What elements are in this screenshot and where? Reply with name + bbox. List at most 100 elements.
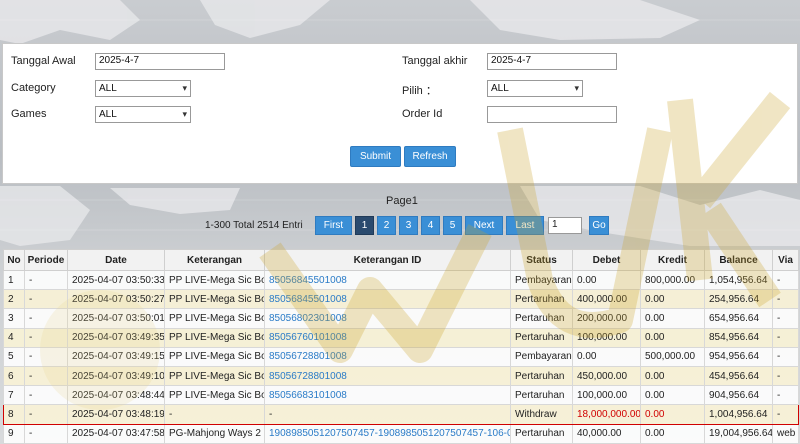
table-row: 5-2025-04-07 03:49:15 PP LIVE-Mega Sic Bo… (3, 346, 799, 367)
filter-panel: Tanggal Awal 2025-4-7 Tanggal akhir 2025… (2, 43, 798, 184)
cell-status: Pertaruhan (510, 423, 573, 444)
cell-keterangan: PP LIVE-Mega Sic Bo (164, 308, 265, 329)
chevron-down-icon: ▾ (182, 83, 187, 93)
cell-keterangan-id[interactable]: 1908985051207507457-1908985051207507457-… (264, 423, 511, 444)
cell-keterangan-id[interactable]: 85056683101008 (264, 385, 511, 406)
cell-status: Pertaruhan (510, 365, 573, 387)
table-row: 2-2025-04-07 03:50:27 PP LIVE-Mega Sic Bo… (3, 289, 799, 310)
table-header-row: No Periode Date Keterangan Keterangan ID… (3, 249, 799, 271)
category-label: Category (11, 82, 56, 94)
cell-balance: 19,004,956.64 (704, 423, 773, 444)
cell-periode: - (24, 289, 68, 310)
header-keterangan-id: Keterangan ID (264, 249, 511, 271)
next-page-button[interactable]: Next (465, 216, 503, 235)
refresh-button[interactable]: Refresh (404, 146, 456, 167)
cell-no: 6 (3, 365, 25, 387)
cell-keterangan: PG-Mahjong Ways 2 (164, 423, 265, 444)
page-indicator: Page1 (386, 195, 418, 207)
page-button-3[interactable]: 3 (399, 216, 418, 235)
order-id-label: Order Id (402, 108, 443, 120)
pilih-select[interactable]: ALL ▾ (487, 80, 583, 97)
cell-kredit: 0.00 (640, 385, 705, 406)
page-button-2[interactable]: 2 (377, 216, 396, 235)
header-kredit: Kredit (640, 249, 705, 271)
cell-kredit: 0.00 (640, 289, 705, 310)
games-select[interactable]: ALL ▾ (95, 106, 191, 123)
cell-debet: 200,000.00 (572, 308, 641, 329)
cell-no: 5 (3, 346, 25, 367)
cell-via: - (772, 289, 799, 310)
go-button[interactable]: Go (589, 216, 609, 235)
cell-kredit: 0.00 (640, 308, 705, 329)
category-select[interactable]: ALL ▾ (95, 80, 191, 97)
cell-keterangan: PP LIVE-Mega Sic Bo (164, 269, 265, 291)
cell-keterangan: PP LIVE-Mega Sic Bo (164, 346, 265, 367)
start-date-label: Tanggal Awal (11, 55, 76, 67)
cell-date: 2025-04-07 03:49:10 (67, 365, 165, 387)
cell-kredit: 0.00 (640, 404, 705, 425)
cell-status: Pertaruhan (510, 289, 573, 310)
games-select-value: ALL (99, 109, 117, 120)
cell-via: - (772, 269, 799, 291)
cell-periode: - (24, 269, 68, 291)
games-label: Games (11, 108, 47, 120)
cell-periode: - (24, 404, 68, 425)
table-row: 8-2025-04-07 03:48:19- - Withdraw 18,000,00… (3, 404, 799, 425)
cell-date: 2025-04-07 03:48:44 (67, 385, 165, 406)
first-page-button[interactable]: First (315, 216, 352, 235)
order-id-field[interactable] (487, 106, 617, 123)
cell-debet: 0.00 (572, 269, 641, 291)
total-entries: 1-300 Total 2514 Entri (205, 220, 303, 231)
cell-date: 2025-04-07 03:47:58 (67, 423, 165, 444)
page-button-5[interactable]: 5 (443, 216, 462, 235)
cell-balance: 1,004,956.64 (704, 404, 773, 425)
transaction-table: No Periode Date Keterangan Keterangan ID… (3, 249, 799, 444)
cell-no: 1 (3, 269, 25, 291)
cell-keterangan-id[interactable]: 85056728801008 (264, 365, 511, 387)
cell-balance: 854,956.64 (704, 327, 773, 348)
cell-debet: 100,000.00 (572, 327, 641, 348)
header-via: Via (772, 249, 799, 271)
cell-kredit: 0.00 (640, 423, 705, 444)
cell-keterangan: - (164, 404, 265, 425)
header-no: No (3, 249, 25, 271)
header-date: Date (67, 249, 165, 271)
cell-balance: 954,956.64 (704, 346, 773, 367)
page-button-4[interactable]: 4 (421, 216, 440, 235)
cell-no: 3 (3, 308, 25, 329)
cell-debet: 40,000.00 (572, 423, 641, 444)
cell-debet: 400,000.00 (572, 289, 641, 310)
cell-kredit: 0.00 (640, 327, 705, 348)
table-row: 1-2025-04-07 03:50:33 PP LIVE-Mega Sic Bo… (3, 269, 799, 291)
cell-via: - (772, 404, 799, 425)
table-row: 3-2025-04-07 03:50:01 PP LIVE-Mega Sic Bo… (3, 308, 799, 329)
cell-periode: - (24, 308, 68, 329)
cell-no: 7 (3, 385, 25, 406)
end-date-field[interactable]: 2025-4-7 (487, 53, 617, 70)
last-page-button[interactable]: Last (506, 216, 544, 235)
page-jump-input[interactable]: 1 (548, 217, 582, 234)
cell-debet: 0.00 (572, 346, 641, 367)
start-date-field[interactable]: 2025-4-7 (95, 53, 225, 70)
cell-periode: - (24, 385, 68, 406)
cell-debet: 18,000,000.00 (572, 404, 641, 425)
cell-keterangan-id[interactable]: 85056845501008 (264, 269, 511, 291)
cell-kredit: 800,000.00 (640, 269, 705, 291)
submit-button[interactable]: Submit (350, 146, 401, 167)
cell-status: Pertaruhan (510, 385, 573, 406)
chevron-down-icon: ▾ (574, 83, 579, 93)
cell-date: 2025-04-07 03:50:33 (67, 269, 165, 291)
header-debet: Debet (572, 249, 641, 271)
cell-no: 4 (3, 327, 25, 348)
cell-keterangan-id[interactable]: 85056845501008 (264, 289, 511, 310)
header-balance: Balance (704, 249, 773, 271)
chevron-down-icon: ▾ (182, 109, 187, 119)
cell-keterangan-id[interactable]: 85056802301008 (264, 308, 511, 329)
cell-via: web (772, 423, 799, 444)
cell-via: - (772, 385, 799, 406)
table-row: 6-2025-04-07 03:49:10 PP LIVE-Mega Sic Bo… (3, 365, 799, 387)
cell-keterangan-id[interactable]: 85056728801008 (264, 346, 511, 367)
cell-keterangan-id[interactable]: 85056760101008 (264, 327, 511, 348)
page-button-1[interactable]: 1 (355, 216, 374, 235)
cell-via: - (772, 308, 799, 329)
